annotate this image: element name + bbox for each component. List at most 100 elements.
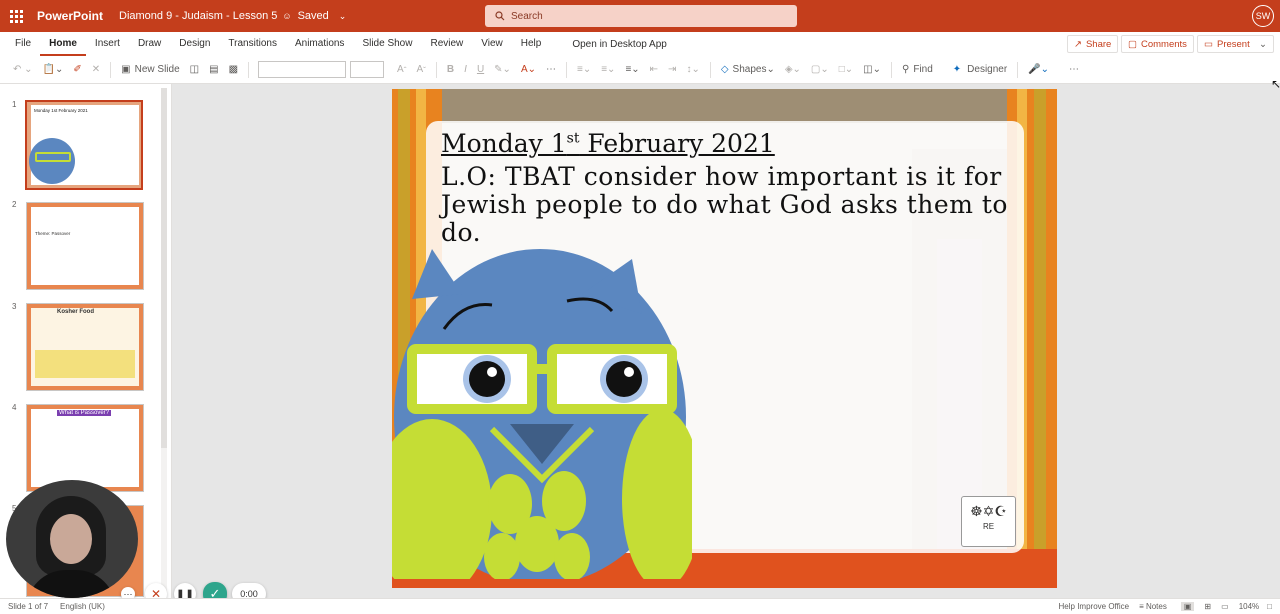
highlight-icon[interactable]: ✎⌄ [489, 60, 516, 80]
title-bar: PowerPoint Diamond 9 - Judaism - Lesson … [0, 0, 1280, 32]
date-rest: February 2021 [579, 129, 775, 158]
paste-icon[interactable]: 📋⌄ [38, 60, 69, 80]
thumbnail-title: Kosher Food [57, 309, 94, 315]
align-icon[interactable]: ≡⌄ [620, 60, 644, 80]
increase-font-icon[interactable]: Aˆ [392, 60, 411, 80]
tab-insert[interactable]: Insert [86, 32, 129, 56]
reuse-slide-icon[interactable]: ◫ [185, 60, 204, 80]
learning-objective[interactable]: L.O: TBAT consider how important is it f… [441, 163, 1021, 247]
shapes-icon: ◇ [720, 64, 729, 75]
designer-label: Designer [967, 64, 1008, 75]
reading-view-icon[interactable]: ▭ [1221, 602, 1229, 611]
notes-icon: ≡ [1139, 602, 1146, 611]
app-launcher-icon[interactable] [0, 0, 32, 32]
designer-button[interactable]: ✦ Designer [948, 60, 1012, 80]
comments-label: Comments [1140, 38, 1187, 50]
document-title[interactable]: Diamond 9 - Judaism - Lesson 5 [119, 10, 277, 22]
find-button[interactable]: ⚲ Find [897, 60, 938, 80]
italic-icon[interactable]: I [459, 60, 472, 80]
chevron-down-icon[interactable]: ⌄ [339, 11, 347, 22]
thumbnail-title: Monday 1st February 2021 [34, 108, 88, 113]
thumbnail-number: 4 [12, 403, 17, 412]
tab-help[interactable]: Help [512, 32, 551, 56]
tab-view[interactable]: View [472, 32, 512, 56]
new-slide-icon: ▣ [121, 64, 131, 75]
slide-thumbnail-1[interactable]: Monday 1st February 2021 [25, 100, 143, 190]
status-bar: Slide 1 of 7 English (UK) Help Improve O… [0, 598, 1280, 614]
thumbnail-number: 1 [12, 100, 17, 109]
shape-effects-icon[interactable]: □⌄ [834, 60, 858, 80]
more-options-icon[interactable]: ⋯ [1064, 60, 1084, 80]
tab-slide-show[interactable]: Slide Show [353, 32, 421, 56]
line-spacing-icon[interactable]: ↕⌄ [681, 60, 704, 80]
language-indicator[interactable]: English (UK) [60, 602, 105, 611]
share-button[interactable]: ↗ Share [1067, 35, 1119, 53]
slide-date-heading[interactable]: Monday 1st February 2021 [441, 129, 775, 158]
religion-symbols-icon: ☸✡☪ [970, 503, 1007, 519]
indent-icon[interactable]: ⇥ [663, 60, 681, 80]
slide-thumbnail-3[interactable]: Kosher Food [26, 303, 144, 391]
thumbnail-scrollbar[interactable] [161, 88, 167, 593]
shape-fill-icon[interactable]: ◈⌄ [780, 60, 806, 80]
app-name[interactable]: PowerPoint [37, 9, 103, 23]
chevron-down-icon[interactable]: ⌄ [1259, 39, 1267, 50]
undo-icon[interactable]: ↶ ⌄ [8, 60, 38, 80]
font-family-select[interactable] [258, 61, 347, 78]
tab-review[interactable]: Review [421, 32, 472, 56]
layout-icon[interactable]: ▤ [204, 60, 223, 80]
more-font-icon[interactable]: ⋯ [541, 60, 561, 80]
new-slide-button[interactable]: ▣ New Slide [116, 60, 184, 80]
dictate-icon[interactable]: 🎤⌄ [1023, 60, 1054, 80]
owl-illustration[interactable] [392, 239, 692, 579]
bold-icon[interactable]: B [442, 60, 459, 80]
font-size-select[interactable] [350, 61, 385, 78]
comment-icon: ▢ [1128, 38, 1137, 50]
slide-sorter-icon[interactable]: ⊞ [1204, 602, 1211, 611]
shapes-label: Shapes [732, 64, 767, 75]
slide[interactable]: Monday 1st February 2021 L.O: TBAT consi… [392, 89, 1057, 588]
underline-icon[interactable]: U [472, 60, 489, 80]
fit-slide-icon[interactable]: □ [1267, 602, 1272, 611]
normal-view-icon[interactable]: ▣ [1180, 602, 1195, 611]
zoom-level[interactable]: 104% [1239, 602, 1259, 611]
tab-animations[interactable]: Animations [286, 32, 353, 56]
tab-design[interactable]: Design [170, 32, 219, 56]
tab-draw[interactable]: Draw [129, 32, 170, 56]
slide-thumbnail-2[interactable]: Theme: Passover [26, 202, 144, 290]
tab-file[interactable]: File [6, 32, 40, 56]
tab-home[interactable]: Home [40, 32, 86, 56]
re-subject-badge[interactable]: ☸✡☪ RE [961, 496, 1016, 547]
delete-icon[interactable]: ✕ [87, 60, 105, 80]
picture-icon[interactable]: ▩ [224, 60, 243, 80]
search-placeholder: Search [511, 10, 543, 22]
shared-people-icon: ☺ [282, 11, 292, 21]
search-box[interactable]: Search [485, 5, 797, 27]
bullets-icon[interactable]: ≡⌄ [572, 60, 596, 80]
thumbnail-title: Theme: Passover [35, 231, 71, 236]
search-icon [495, 11, 505, 21]
decrease-font-icon[interactable]: Aˇ [411, 60, 430, 80]
help-improve-office-link[interactable]: Help Improve Office [1059, 602, 1130, 611]
share-icon: ↗ [1074, 38, 1082, 50]
ribbon-toolbar: ↶ ⌄ 📋⌄ ✐ ✕ ▣ New Slide ◫ ▤ ▩ Aˆ Aˇ B I U … [0, 56, 1280, 84]
open-in-desktop-app-link[interactable]: Open in Desktop App [572, 39, 667, 50]
mouse-cursor-icon: ↖ [1271, 77, 1280, 91]
font-color-icon[interactable]: A⌄ [516, 60, 541, 80]
tab-transitions[interactable]: Transitions [219, 32, 286, 56]
outdent-icon[interactable]: ⇤ [645, 60, 663, 80]
comments-button[interactable]: ▢ Comments [1121, 35, 1194, 53]
slide-thumbnail-4[interactable]: What is Passover? [26, 404, 144, 492]
present-label: Present [1216, 38, 1250, 50]
notes-label: Notes [1145, 602, 1167, 611]
present-button[interactable]: ▭ Present ⌄ [1197, 35, 1274, 53]
format-painter-icon[interactable]: ✐ [68, 60, 86, 80]
find-label: Find [913, 64, 933, 75]
arrange-icon[interactable]: ◫⌄ [858, 60, 886, 80]
shapes-button[interactable]: ◇ Shapes ⌄ [716, 60, 780, 80]
numbering-icon[interactable]: ≡⌄ [596, 60, 620, 80]
user-avatar[interactable]: SW [1252, 5, 1274, 27]
webcam-overlay[interactable] [6, 480, 138, 598]
date-main: Monday 1 [441, 129, 567, 158]
notes-button[interactable]: ≡ Notes [1139, 602, 1167, 611]
shape-outline-icon[interactable]: ▢⌄ [806, 60, 834, 80]
